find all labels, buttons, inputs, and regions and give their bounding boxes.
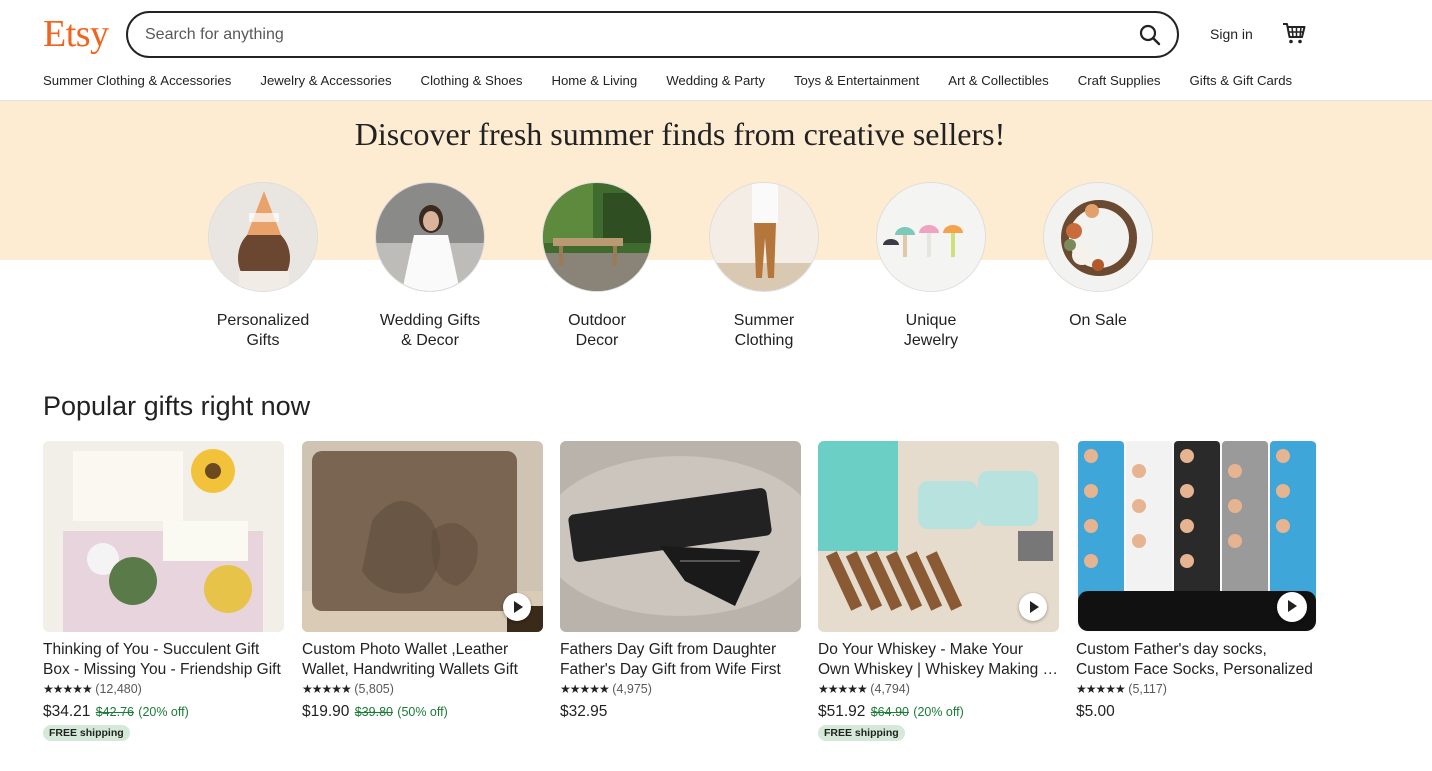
category-outdoor-decor[interactable]: Outdoor Decor [527, 182, 667, 350]
cart-icon[interactable] [1281, 20, 1307, 46]
category-label: Wedding Gifts [379, 312, 481, 329]
product-image[interactable] [818, 441, 1059, 632]
discount: (20% off) [913, 705, 964, 719]
star-rating: ★★★★★ [1076, 682, 1126, 696]
category-label: On Sale [1069, 312, 1127, 329]
product-card[interactable]: Custom Photo Wallet ,Leather Wallet, Hand… [302, 441, 543, 722]
category-label: Outdoor [568, 312, 626, 329]
nav-item-jewelry[interactable]: Jewelry & Accessories [260, 73, 391, 88]
product-title[interactable]: Own Whiskey | Whiskey Making Kit [818, 660, 1059, 680]
nav-item-craft-supplies[interactable]: Craft Supplies [1078, 73, 1161, 88]
original-price: $42.76 [95, 705, 134, 719]
product-image[interactable] [560, 441, 801, 632]
nav-item-clothing-shoes[interactable]: Clothing & Shoes [421, 73, 523, 88]
star-rating: ★★★★★ [43, 682, 93, 696]
price: $34.21 [43, 703, 91, 720]
category-unique-jewelry[interactable]: Unique Jewelry [861, 182, 1001, 350]
product-image[interactable] [1076, 441, 1317, 632]
product-image[interactable] [43, 441, 284, 632]
price: $5.00 [1076, 703, 1115, 720]
category-image[interactable] [709, 182, 819, 292]
original-price: $39.80 [354, 705, 393, 719]
product-card[interactable]: Do Your Whiskey - Make Your Own Whiskey |… [818, 441, 1059, 741]
category-summer-clothing[interactable]: Summer Clothing [694, 182, 834, 350]
product-title[interactable]: Father's Day Gift from Wife First [560, 660, 801, 680]
category-label: Unique [905, 312, 957, 329]
play-video-icon[interactable] [1019, 593, 1047, 621]
category-label: Jewelry [903, 331, 959, 349]
category-image[interactable] [208, 182, 318, 292]
play-video-icon[interactable] [503, 593, 531, 621]
review-count: (12,480) [95, 682, 142, 696]
review-count: (4,794) [870, 682, 910, 696]
product-card[interactable]: Custom Father's day socks, Custom Face So… [1076, 441, 1317, 722]
review-count: (5,117) [1128, 682, 1167, 696]
sign-in-link[interactable]: Sign in [1210, 26, 1253, 42]
review-count: (4,975) [612, 682, 652, 696]
product-title[interactable]: Custom Face Socks, Personalized [1076, 660, 1317, 680]
category-label: Clothing [734, 331, 794, 349]
free-shipping-badge: FREE shipping [43, 725, 130, 741]
category-label: Summer [733, 312, 795, 329]
product-title[interactable]: Wallet, Handwriting Wallets Gift [302, 660, 543, 680]
product-title[interactable]: Fathers Day Gift from Daughter [560, 640, 801, 660]
product-title[interactable]: Box - Missing You - Friendship Gift [43, 660, 284, 680]
nav-item-gifts[interactable]: Gifts & Gift Cards [1190, 73, 1293, 88]
nav-item-toys[interactable]: Toys & Entertainment [794, 73, 919, 88]
product-image[interactable] [302, 441, 543, 632]
product-title[interactable]: Custom Father's day socks, [1076, 640, 1317, 660]
original-price: $64.90 [870, 705, 909, 719]
price: $51.92 [818, 703, 866, 720]
product-card[interactable]: Thinking of You - Succulent Gift Box - Mi… [43, 441, 284, 741]
product-title[interactable]: Thinking of You - Succulent Gift [43, 640, 284, 660]
category-image[interactable] [375, 182, 485, 292]
section-title: Popular gifts right now [43, 391, 311, 421]
search-input[interactable] [145, 13, 1105, 56]
category-label: & Decor [401, 331, 459, 349]
search-bar[interactable] [126, 11, 1179, 58]
discount: (20% off) [138, 705, 189, 719]
category-label: Personalized [216, 312, 310, 329]
nav-item-home-living[interactable]: Home & Living [551, 73, 637, 88]
price: $19.90 [302, 703, 350, 720]
nav-item-wedding-party[interactable]: Wedding & Party [666, 73, 765, 88]
discount: (50% off) [397, 705, 448, 719]
price: $32.95 [560, 703, 608, 720]
category-image[interactable] [542, 182, 652, 292]
star-rating: ★★★★★ [818, 682, 868, 696]
category-image[interactable] [876, 182, 986, 292]
free-shipping-badge: FREE shipping [818, 725, 905, 741]
nav-item-art[interactable]: Art & Collectibles [948, 73, 1048, 88]
product-card[interactable]: Fathers Day Gift from Daughter Father's D… [560, 441, 801, 722]
hero-title: Discover fresh summer finds from creativ… [354, 116, 1006, 152]
category-wedding-gifts[interactable]: Wedding Gifts & Decor [360, 182, 500, 350]
etsy-logo[interactable]: Etsy [43, 12, 109, 56]
category-on-sale[interactable]: On Sale [1028, 182, 1168, 331]
star-rating: ★★★★★ [302, 682, 352, 696]
star-rating: ★★★★★ [560, 682, 610, 696]
nav-item-summer-clothing[interactable]: Summer Clothing & Accessories [43, 73, 231, 88]
category-nav: Summer Clothing & Accessories Jewelry & … [43, 73, 1292, 88]
search-icon[interactable] [1137, 22, 1163, 48]
category-label: Decor [575, 331, 619, 349]
category-label: Gifts [246, 331, 280, 349]
category-image[interactable] [1043, 182, 1153, 292]
product-title[interactable]: Do Your Whiskey - Make Your [818, 640, 1059, 660]
category-personalized-gifts[interactable]: Personalized Gifts [193, 182, 333, 350]
product-title[interactable]: Custom Photo Wallet ,Leather [302, 640, 543, 660]
play-video-icon[interactable] [1277, 592, 1307, 622]
review-count: (5,805) [354, 682, 394, 696]
